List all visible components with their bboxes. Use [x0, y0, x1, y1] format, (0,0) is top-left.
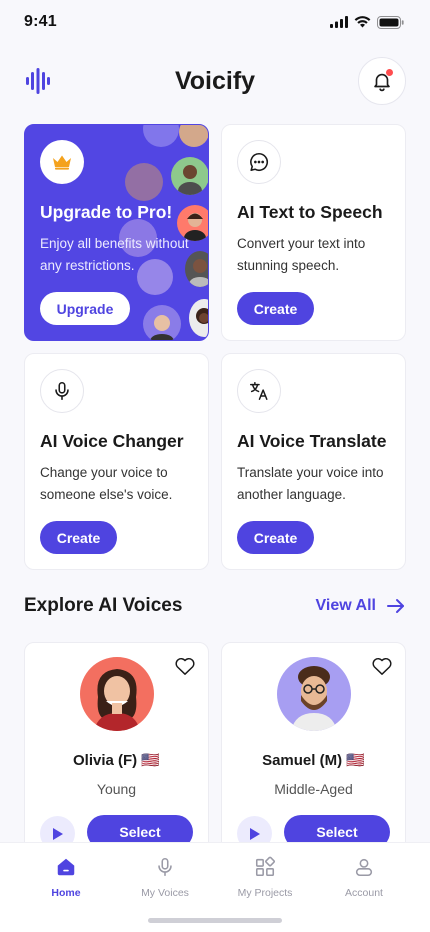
notification-dot — [386, 69, 393, 76]
notifications-button[interactable] — [358, 57, 406, 105]
status-time: 9:41 — [24, 13, 57, 30]
microphone-icon — [158, 857, 172, 877]
avatar-bubble — [171, 157, 208, 195]
status-icons — [330, 15, 404, 29]
text-to-speech-card[interactable]: AI Text to Speech Convert your text into… — [221, 124, 406, 341]
voice-age: Young — [96, 781, 137, 797]
pro-card-title: Upgrade to Pro! — [40, 202, 173, 222]
upgrade-pro-card[interactable]: Upgrade to Pro! Enjoy all benefits witho… — [24, 124, 209, 341]
upgrade-button[interactable]: Upgrade — [40, 292, 130, 325]
translate-icon-circle — [237, 369, 281, 413]
tab-account[interactable]: Account — [314, 853, 414, 899]
wifi-icon — [354, 16, 371, 28]
microphone-icon — [55, 381, 69, 401]
crown-icon-circle — [40, 140, 84, 184]
tab-my-voices[interactable]: My Voices — [115, 853, 215, 899]
voice-name: Olivia (F) 🇺🇸 — [72, 752, 161, 769]
tts-card-description: Convert your text into stunning speech. — [237, 236, 366, 273]
home-indicator — [148, 918, 282, 923]
voice-translate-card-description: Translate your voice into another langua… — [237, 465, 384, 502]
voice-age: Middle-Aged — [274, 781, 353, 797]
tab-home[interactable]: Home — [16, 853, 116, 899]
tab-my-projects[interactable]: My Projects — [215, 853, 315, 899]
play-icon — [52, 827, 63, 840]
crown-icon — [53, 155, 71, 170]
favorite-heart-icon[interactable] — [371, 656, 393, 676]
avatar-bubble — [143, 125, 179, 147]
explore-voices-header: Explore AI Voices View All — [24, 592, 406, 620]
home-icon — [57, 858, 75, 876]
avatar-bubble — [143, 305, 181, 340]
voice-changer-card-description: Change your voice to someone else's voic… — [40, 465, 173, 502]
microphone-icon-circle — [40, 369, 84, 413]
app-title: Voicify — [174, 66, 256, 95]
tab-label: Home — [51, 887, 81, 899]
signal-icon — [330, 16, 348, 28]
voice-wave-logo-icon — [26, 68, 50, 94]
view-all-link[interactable]: View All — [316, 597, 406, 615]
grid-icon — [255, 856, 275, 877]
view-all-label: View All — [315, 597, 376, 614]
status-bar: 9:41 — [0, 0, 430, 44]
arrow-right-icon — [387, 599, 404, 613]
chat-icon-circle — [237, 140, 281, 184]
avatar-bubble — [179, 125, 208, 147]
voice-card-samuel[interactable]: Samuel (M) 🇺🇸 Middle-Aged Select — [221, 642, 406, 852]
voice-translate-create-button[interactable]: Create — [237, 521, 314, 554]
chat-bubble-icon — [250, 152, 268, 172]
app-header: Voicify — [0, 54, 430, 108]
favorite-heart-icon[interactable] — [174, 656, 196, 676]
voice-changer-card-title: AI Voice Changer — [40, 431, 184, 451]
pro-card-description: Enjoy all benefits without any restricti… — [40, 236, 189, 273]
voice-changer-create-button[interactable]: Create — [40, 521, 117, 554]
samuel-avatar — [277, 657, 351, 731]
feature-grid: Upgrade to Pro! Enjoy all benefits witho… — [24, 124, 406, 570]
translate-icon — [250, 382, 268, 400]
olivia-avatar — [80, 657, 154, 731]
tab-label: My Projects — [237, 887, 293, 899]
voice-changer-card[interactable]: AI Voice Changer Change your voice to so… — [24, 353, 209, 570]
battery-icon — [377, 15, 404, 29]
play-icon — [249, 827, 260, 840]
tts-card-title: AI Text to Speech — [237, 202, 383, 222]
tab-label: My Voices — [141, 887, 189, 899]
avatar-bubble — [189, 299, 208, 337]
voice-translate-card-title: AI Voice Translate — [237, 431, 387, 451]
voice-card-olivia[interactable]: Olivia (F) 🇺🇸 Young Select — [24, 642, 209, 852]
user-icon — [355, 858, 373, 877]
avatar-bubble — [125, 163, 163, 201]
explore-voices-title: Explore AI Voices — [24, 595, 183, 616]
voice-name: Samuel (M) 🇺🇸 — [262, 752, 365, 769]
tab-label: Account — [345, 887, 383, 899]
tts-create-button[interactable]: Create — [237, 292, 314, 325]
voice-translate-card[interactable]: AI Voice Translate Translate your voice … — [221, 353, 406, 570]
